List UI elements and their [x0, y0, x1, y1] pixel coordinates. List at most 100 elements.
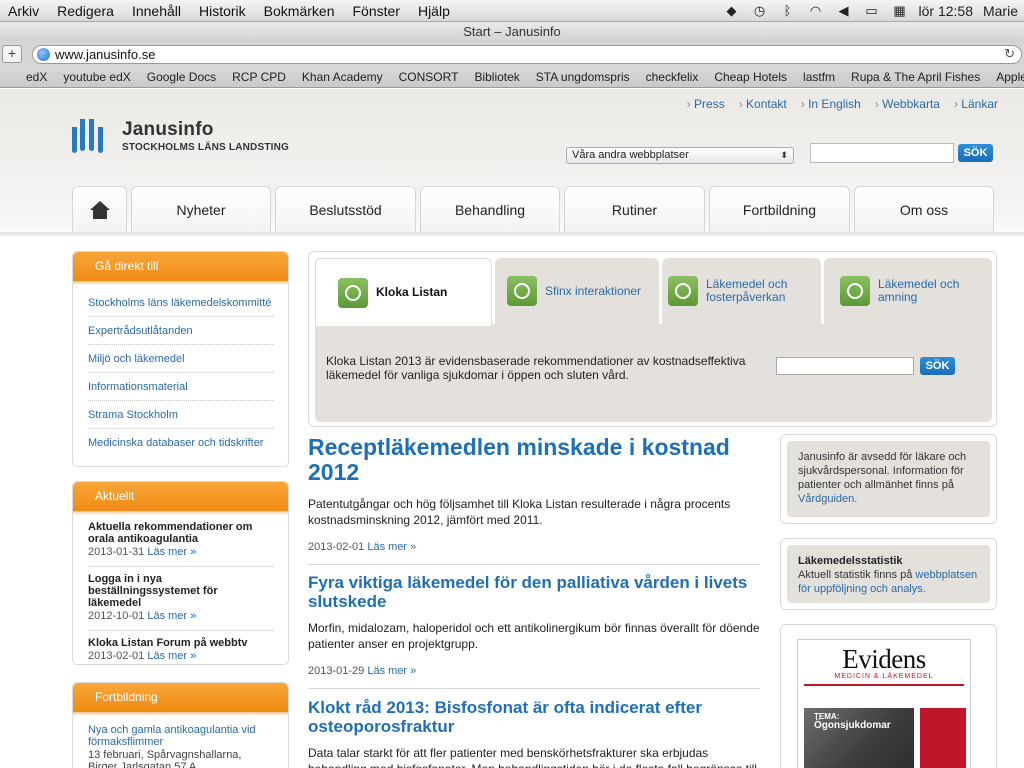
bookmark-item[interactable]: Bibliotek: [466, 70, 527, 84]
menu-redigera[interactable]: Redigera: [48, 3, 123, 19]
add-bookmark-button[interactable]: +: [2, 45, 22, 63]
nav-nyheter[interactable]: Nyheter: [131, 186, 271, 232]
pregnancy-icon: [668, 276, 698, 306]
direct-link[interactable]: Miljö och läkemedel: [88, 345, 273, 373]
courses-box: Fortbildning Nya och gamla antikoagulant…: [72, 682, 289, 768]
bookmark-item[interactable]: edX: [18, 70, 55, 84]
kloka-search-button[interactable]: SÖK: [920, 357, 955, 375]
status-area: ◆ ◷ ᛒ ◠ ◀ ▭ ▦ lör 12:58 Marie: [723, 3, 1024, 19]
bookmark-item[interactable]: Cheap Hotels: [706, 70, 795, 84]
wifi-icon[interactable]: ◠: [807, 3, 825, 18]
direct-link[interactable]: Strama Stockholm: [88, 401, 273, 429]
direct-link[interactable]: Stockholms läns läkemedelskommitté: [88, 289, 273, 317]
address-bar: + www.janusinfo.se ↻: [0, 42, 1024, 66]
site-search-button[interactable]: SÖK: [958, 144, 993, 162]
article: Klokt råd 2013: Bisfosfonat är ofta indi…: [308, 698, 760, 768]
kloka-search-input[interactable]: [776, 357, 914, 375]
nav-home[interactable]: [72, 186, 127, 232]
bookmark-item[interactable]: youtube edX: [55, 70, 138, 84]
logo-name: Janusinfo: [122, 119, 214, 140]
courses-box-title: Fortbildning: [73, 683, 288, 716]
menu-bokmarken[interactable]: Bokmärken: [255, 3, 344, 19]
news-item-date: 2013-02-01: [88, 650, 145, 662]
kloka-listan-panel: Kloka Listan Sfinx interaktioner Läkemed…: [308, 251, 997, 427]
tab-fosterpaverkan[interactable]: Läkemedel och fosterpåverkan: [662, 258, 821, 324]
menubar-clock[interactable]: lör 12:58: [919, 3, 973, 19]
tab-kloka-listan[interactable]: Kloka Listan: [315, 258, 492, 326]
nav-beslutsstod[interactable]: Beslutsstöd: [275, 186, 416, 232]
article: Receptläkemedlen minskade i kostnad 2012…: [308, 435, 760, 565]
article-title[interactable]: Fyra viktiga läkemedel för den palliativ…: [308, 573, 760, 611]
evidens-magazine-cover[interactable]: Evidens MEDICIN & LÄKEMEDEL TEMA: Ögonsj…: [797, 639, 971, 768]
nav-om-oss[interactable]: Om oss: [854, 186, 994, 232]
kloka-tab-content: Kloka Listan 2013 är evidensbaserade rek…: [315, 324, 992, 422]
article-divider: [308, 564, 760, 565]
toplink-kontakt[interactable]: Kontakt: [739, 97, 787, 111]
article-date: 2013-02-01: [308, 541, 365, 553]
news-item-title[interactable]: Kloka Listan Forum på webbtv: [88, 637, 273, 649]
tab-sfinx[interactable]: Sfinx interaktioner: [495, 258, 659, 324]
other-sites-select[interactable]: Våra andra webbplatser ⬍: [566, 147, 794, 164]
menu-innehall[interactable]: Innehåll: [123, 3, 190, 19]
direct-link[interactable]: Expertrådsutlåtanden: [88, 317, 273, 345]
dropbox-icon[interactable]: ◆: [723, 3, 741, 18]
battery-icon[interactable]: ▭: [863, 3, 881, 18]
read-more-link[interactable]: Läs mer »: [147, 546, 196, 558]
news-item-date: 2012-10-01: [88, 610, 145, 622]
bookmark-item[interactable]: RCP CPD: [224, 70, 294, 84]
course-link[interactable]: Nya och gamla antikoagulantia vid förmak…: [88, 724, 273, 748]
toplink-press[interactable]: Press: [687, 97, 725, 111]
menu-hjalp[interactable]: Hjälp: [409, 3, 459, 19]
site-search-input[interactable]: [810, 143, 954, 163]
menubar-user[interactable]: Marie: [983, 3, 1018, 19]
bluetooth-icon[interactable]: ᛒ: [779, 3, 797, 18]
tab-label: Sfinx interaktioner: [545, 283, 642, 298]
menu-historik[interactable]: Historik: [190, 3, 255, 19]
article-title[interactable]: Klokt råd 2013: Bisfosfonat är ofta indi…: [308, 698, 760, 736]
nav-fortbildning[interactable]: Fortbildning: [709, 186, 850, 232]
evidens-title: Evidens: [842, 644, 926, 674]
news-item: Logga in i nya beställningssystemet för …: [88, 567, 273, 631]
volume-icon[interactable]: ◀: [835, 3, 853, 18]
interaction-icon: [507, 276, 537, 306]
tab-label: Läkemedel och fosterpåverkan: [706, 277, 788, 304]
site-logo[interactable]: Janusinfo STOCKHOLMS LÄNS LANDSTING: [72, 119, 289, 157]
menu-arkiv[interactable]: Arkiv: [0, 3, 48, 19]
toplink-lankar[interactable]: Länkar: [954, 97, 998, 111]
time-machine-icon[interactable]: ◷: [751, 3, 769, 18]
news-item-title[interactable]: Logga in i nya beställningssystemet för …: [88, 573, 273, 609]
news-item-date: 2013-01-31: [88, 546, 145, 558]
bookmark-item[interactable]: Google Docs: [139, 70, 224, 84]
nav-behandling[interactable]: Behandling: [420, 186, 560, 232]
news-item-title[interactable]: Aktuella rekommendationer om orala antik…: [88, 521, 273, 545]
evidens-side-panel: [920, 708, 966, 768]
bookmark-item[interactable]: Khan Academy: [294, 70, 391, 84]
bookmark-item[interactable]: checkfelix: [638, 70, 707, 84]
menu-fonster[interactable]: Fönster: [343, 3, 408, 19]
calendar-icon[interactable]: ▦: [891, 3, 909, 18]
bookmark-item[interactable]: CONSORT: [391, 70, 467, 84]
home-icon: [89, 200, 110, 219]
reload-icon[interactable]: ↻: [1004, 46, 1015, 62]
bookmark-item[interactable]: lastfm: [795, 70, 843, 84]
read-more-link[interactable]: Läs mer »: [367, 665, 416, 677]
article-title[interactable]: Receptläkemedlen minskade i kostnad 2012: [308, 435, 760, 485]
nav-rutiner[interactable]: Rutiner: [564, 186, 705, 232]
url-field[interactable]: www.janusinfo.se ↻: [32, 44, 1022, 64]
read-more-link[interactable]: Läs mer »: [147, 650, 196, 662]
bookmark-item[interactable]: Apple: [988, 70, 1024, 84]
nav-divider: [0, 232, 1024, 236]
audience-info-text: Janusinfo är avsedd för läkare och sjukv…: [798, 451, 967, 491]
menu-bar: Arkiv Redigera Innehåll Historik Bokmärk…: [0, 0, 1024, 22]
toplink-webbkarta[interactable]: Webbkarta: [875, 97, 940, 111]
tab-amning[interactable]: Läkemedel och amning: [824, 258, 992, 324]
bookmark-item[interactable]: Rupa & The April Fishes: [843, 70, 988, 84]
read-more-link[interactable]: Läs mer »: [367, 541, 416, 553]
direct-link[interactable]: Informationsmaterial: [88, 373, 273, 401]
vardguiden-link[interactable]: Vårdguiden.: [798, 493, 857, 505]
read-more-link[interactable]: Läs mer »: [147, 610, 196, 622]
bookmark-item[interactable]: STA ungdomspris: [528, 70, 638, 84]
toplink-english[interactable]: In English: [801, 97, 861, 111]
direct-link[interactable]: Medicinska databaser och tidskrifter: [88, 429, 273, 456]
logo-text: Janusinfo STOCKHOLMS LÄNS LANDSTING: [122, 119, 289, 153]
